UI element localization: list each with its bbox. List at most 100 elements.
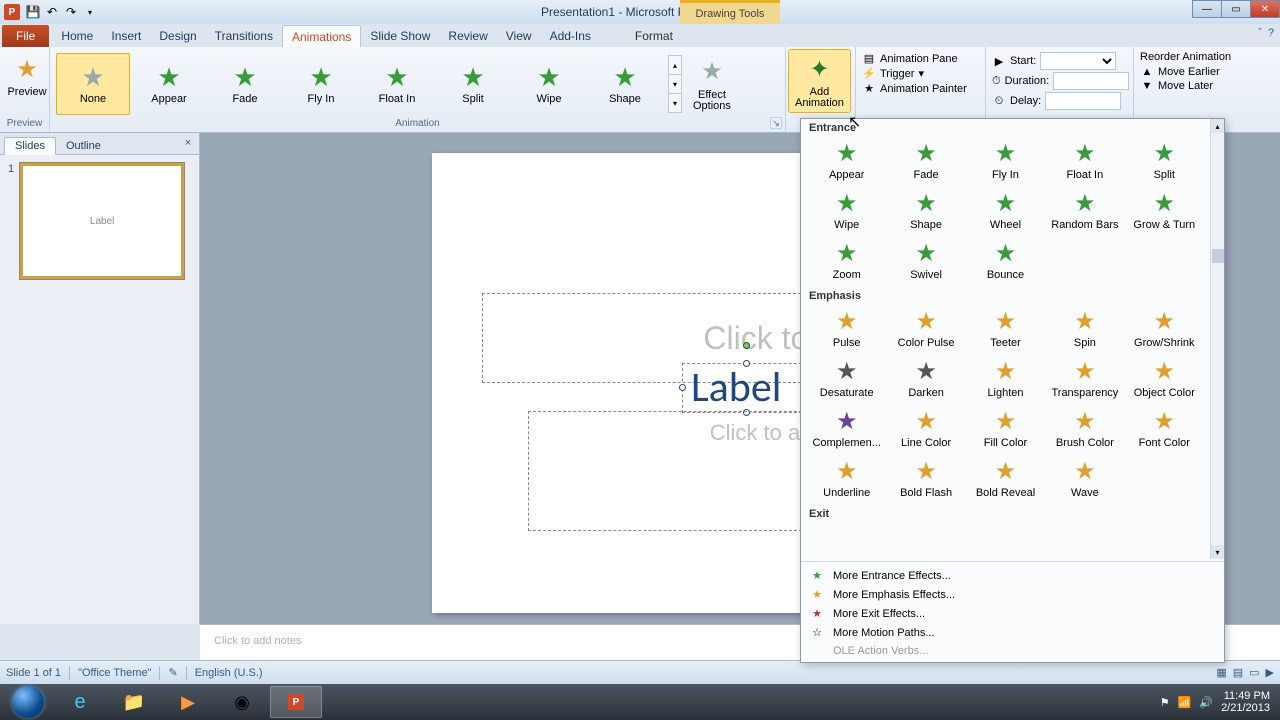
animation-painter-button[interactable]: ★Animation Painter	[862, 81, 979, 96]
save-icon[interactable]: 💾	[24, 3, 42, 21]
emphasis-teeter[interactable]: ★Teeter	[966, 305, 1045, 355]
gallery-item-fade[interactable]: ★Fade	[208, 53, 282, 115]
maximize-button[interactable]: ▭	[1221, 0, 1251, 18]
tab-design[interactable]: Design	[150, 25, 205, 47]
taskbar-explorer[interactable]: 📁	[108, 686, 160, 718]
entrance-grow-turn[interactable]: ★Grow & Turn	[1125, 187, 1204, 237]
handle-top[interactable]	[743, 360, 750, 367]
taskbar-ie[interactable]: e	[54, 686, 106, 718]
entrance-float-in[interactable]: ★Float In	[1045, 137, 1124, 187]
taskbar-powerpoint[interactable]: P	[270, 686, 322, 718]
tab-format[interactable]: Format	[626, 25, 682, 47]
ole-verbs-item[interactable]: OLE Action Verbs...	[801, 642, 1224, 660]
gallery-scroll[interactable]: ▴▾▾	[668, 55, 682, 112]
file-tab[interactable]: File	[2, 25, 49, 47]
slide-thumbnail[interactable]: Label	[20, 163, 184, 279]
move-later-button[interactable]: ▼Move Later	[1140, 79, 1258, 93]
tab-transitions[interactable]: Transitions	[206, 25, 282, 47]
emphasis-lighten[interactable]: ★Lighten	[966, 355, 1045, 405]
tray-network-icon[interactable]: 📶	[1178, 696, 1192, 709]
gallery-item-appear[interactable]: ★Appear	[132, 53, 206, 115]
scroll-down-icon[interactable]: ▾	[1211, 545, 1224, 559]
dropdown-scrollbar[interactable]: ▴ ▾	[1210, 119, 1224, 559]
emphasis-font-color[interactable]: ★Font Color	[1125, 405, 1204, 455]
emphasis-wave[interactable]: ★Wave	[1045, 455, 1124, 505]
qat-dropdown-icon[interactable]: ▾	[81, 3, 99, 21]
emphasis-grow-shrink[interactable]: ★Grow/Shrink	[1125, 305, 1204, 355]
emphasis-complemen-[interactable]: ★Complemen...	[807, 405, 886, 455]
tray-volume-icon[interactable]: 🔊	[1199, 696, 1213, 709]
tray-clock[interactable]: 11:49 PM2/21/2013	[1221, 690, 1270, 714]
view-slideshow-icon[interactable]: ▶	[1266, 666, 1274, 679]
gallery-item-wipe[interactable]: ★Wipe	[512, 53, 586, 115]
move-earlier-button[interactable]: ▲Move Earlier	[1140, 65, 1258, 79]
entrance-fade[interactable]: ★Fade	[886, 137, 965, 187]
panel-close-icon[interactable]: ×	[181, 136, 195, 150]
animation-gallery[interactable]: ★None★Appear★Fade★Fly In★Float In★Split★…	[56, 53, 662, 115]
animation-dialog-launcher[interactable]: ↘	[770, 117, 782, 129]
effect-options-button[interactable]: ★Effect Options	[686, 52, 738, 116]
close-button[interactable]: ✕	[1250, 0, 1280, 18]
emphasis-fill-color[interactable]: ★Fill Color	[966, 405, 1045, 455]
delay-input[interactable]	[1045, 92, 1121, 110]
entrance-wipe[interactable]: ★Wipe	[807, 187, 886, 237]
entrance-bounce[interactable]: ★Bounce	[966, 237, 1045, 287]
preview-button[interactable]: ★Preview	[6, 49, 48, 102]
emphasis-desaturate[interactable]: ★Desaturate	[807, 355, 886, 405]
gallery-item-shape[interactable]: ★Shape	[588, 53, 662, 115]
tab-home[interactable]: Home	[52, 25, 102, 47]
view-reading-icon[interactable]: ▭	[1249, 666, 1259, 679]
start-button[interactable]	[4, 686, 52, 718]
view-normal-icon[interactable]: ▦	[1216, 666, 1226, 679]
undo-icon[interactable]: ↶	[43, 3, 61, 21]
animation-pane-button[interactable]: ▤Animation Pane	[862, 51, 979, 66]
gallery-item-split[interactable]: ★Split	[436, 53, 510, 115]
scroll-up-icon[interactable]: ▴	[1211, 119, 1224, 133]
emphasis-bold-reveal[interactable]: ★Bold Reveal	[966, 455, 1045, 505]
tab-review[interactable]: Review	[439, 25, 496, 47]
view-sorter-icon[interactable]: ▤	[1233, 666, 1243, 679]
tray-flag-icon[interactable]: ⚑	[1160, 696, 1170, 709]
emphasis-underline[interactable]: ★Underline	[807, 455, 886, 505]
taskbar-media[interactable]: ▶	[162, 686, 214, 718]
redo-icon[interactable]: ↷	[62, 3, 80, 21]
tab-view[interactable]: View	[497, 25, 541, 47]
more-emphasis-item[interactable]: ★More Emphasis Effects...	[801, 585, 1224, 604]
minimize-ribbon-icon[interactable]: ˇ	[1258, 27, 1262, 39]
emphasis-darken[interactable]: ★Darken	[886, 355, 965, 405]
more-exit-item[interactable]: ★More Exit Effects...	[801, 604, 1224, 623]
emphasis-transparency[interactable]: ★Transparency	[1045, 355, 1124, 405]
emphasis-bold-flash[interactable]: ★Bold Flash	[886, 455, 965, 505]
status-language[interactable]: English (U.S.)	[195, 667, 263, 679]
tab-addins[interactable]: Add-Ins	[541, 25, 600, 47]
gallery-item-none[interactable]: ★None	[56, 53, 130, 115]
tab-animations[interactable]: Animations	[282, 25, 361, 47]
emphasis-pulse[interactable]: ★Pulse	[807, 305, 886, 355]
emphasis-line-color[interactable]: ★Line Color	[886, 405, 965, 455]
minimize-button[interactable]: ―	[1192, 0, 1222, 18]
entrance-shape[interactable]: ★Shape	[886, 187, 965, 237]
emphasis-object-color[interactable]: ★Object Color	[1125, 355, 1204, 405]
entrance-zoom[interactable]: ★Zoom	[807, 237, 886, 287]
outline-tab[interactable]: Outline	[56, 138, 111, 154]
selected-textbox[interactable]: Label	[682, 363, 812, 413]
gallery-item-fly-in[interactable]: ★Fly In	[284, 53, 358, 115]
rotate-handle[interactable]	[743, 342, 750, 349]
entrance-wheel[interactable]: ★Wheel	[966, 187, 1045, 237]
entrance-swivel[interactable]: ★Swivel	[886, 237, 965, 287]
emphasis-brush-color[interactable]: ★Brush Color	[1045, 405, 1124, 455]
handle-left[interactable]	[679, 384, 686, 391]
entrance-random-bars[interactable]: ★Random Bars	[1045, 187, 1124, 237]
trigger-button[interactable]: ⚡Trigger ▾	[862, 66, 979, 81]
more-motion-item[interactable]: ☆More Motion Paths...	[801, 623, 1224, 642]
slides-tab[interactable]: Slides	[4, 137, 56, 155]
more-entrance-item[interactable]: ★More Entrance Effects...	[801, 566, 1224, 585]
emphasis-color-pulse[interactable]: ★Color Pulse	[886, 305, 965, 355]
tab-insert[interactable]: Insert	[102, 25, 150, 47]
scroll-thumb[interactable]	[1212, 249, 1224, 263]
add-animation-button[interactable]: ✦Add Animation	[788, 49, 851, 113]
taskbar-chrome[interactable]: ◉	[216, 686, 268, 718]
entrance-fly-in[interactable]: ★Fly In	[966, 137, 1045, 187]
entrance-split[interactable]: ★Split	[1125, 137, 1204, 187]
emphasis-spin[interactable]: ★Spin	[1045, 305, 1124, 355]
